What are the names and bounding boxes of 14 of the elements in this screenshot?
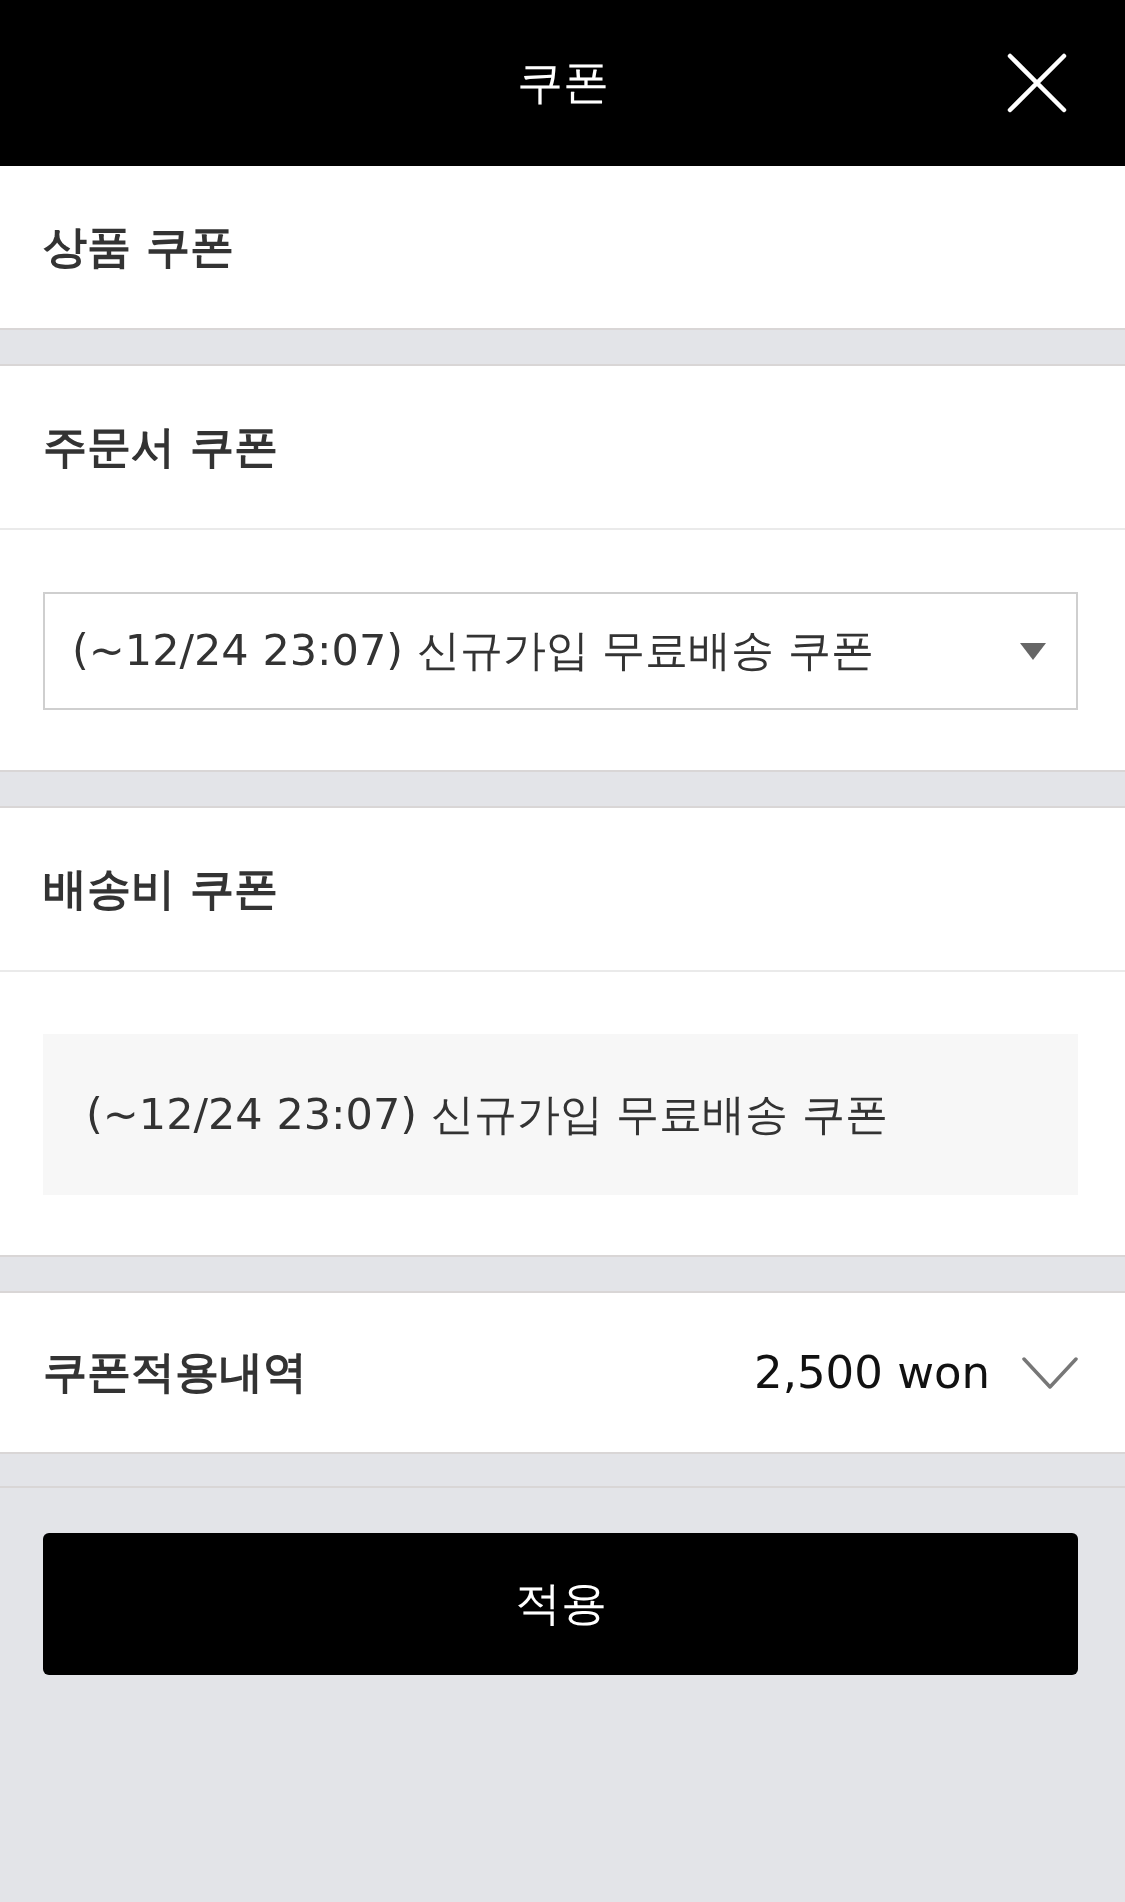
coupon-field: (~12/24 23:07) 신규가입 무료배송 쿠폰 bbox=[43, 1034, 1078, 1195]
summary-label: 쿠폰적용내역 bbox=[43, 1345, 307, 1399]
caret-icon bbox=[1020, 642, 1046, 660]
section-title: 배송비 쿠폰 bbox=[43, 861, 279, 916]
coupon-select[interactable]: (~12/24 23:07) 신규가입 무료배송 쿠폰 bbox=[43, 592, 1078, 710]
summary-row[interactable]: 쿠폰적용내역 2,500 won bbox=[0, 1291, 1125, 1454]
chevron-down-icon[interactable] bbox=[1022, 1356, 1078, 1389]
close-icon bbox=[1007, 53, 1067, 113]
modal-title: 쿠폰 bbox=[516, 54, 609, 111]
section-title: 주문서 쿠폰 bbox=[43, 419, 279, 474]
discount-amount: 2,500 won bbox=[754, 1346, 990, 1399]
section-title: 상품 쿠폰 bbox=[43, 219, 235, 274]
apply-button[interactable]: 적용 bbox=[43, 1533, 1078, 1675]
close-button[interactable] bbox=[1007, 53, 1067, 113]
